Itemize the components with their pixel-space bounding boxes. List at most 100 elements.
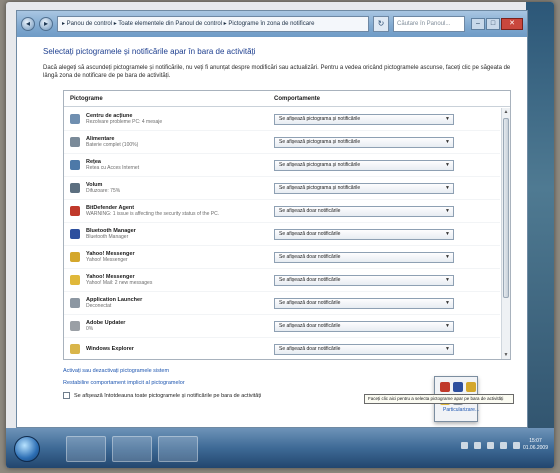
behavior-dropdown[interactable]: Se afișează pictograma și notificările ▼ <box>274 136 454 148</box>
behavior-dropdown[interactable]: Se afișează doar notificările ▼ <box>274 297 454 309</box>
bluetooth-tray-icon[interactable] <box>453 382 463 392</box>
maximize-button[interactable]: □ <box>486 18 500 30</box>
power-icon[interactable] <box>487 442 494 449</box>
page-title: Selectați pictogramele și notificările a… <box>43 47 256 56</box>
system-tray <box>461 442 520 449</box>
control-panel-window: ◂ ▸ ▸ Panou de control ▸ Toate elementel… <box>16 10 528 428</box>
list-item: Centru de acțiune Rezolvare probleme PC: … <box>64 108 500 131</box>
behavior-value: Se afișează doar notificările <box>279 276 341 283</box>
volume-icon[interactable] <box>513 442 520 449</box>
power-icon <box>70 137 80 147</box>
search-input[interactable]: Căutare în Panoul... <box>393 16 465 32</box>
app-status: Deconectat <box>86 303 112 309</box>
main-content: Selectați pictogramele și notificările a… <box>17 37 527 399</box>
vertical-scrollbar[interactable]: ▲ ▼ <box>501 108 510 359</box>
scroll-thumb[interactable] <box>503 118 509 298</box>
close-button[interactable]: ✕ <box>501 18 523 30</box>
customize-link[interactable]: Particularizare... <box>443 407 479 413</box>
row-text: Yahoo! Messenger Yahoo! Mail: 2 new messa… <box>86 274 152 286</box>
row-app-info: Rețea Retea cu Acces Internet <box>64 159 274 171</box>
scroll-down-icon[interactable]: ▼ <box>502 351 510 359</box>
row-text: Centru de acțiune Rezolvare probleme PC: … <box>86 113 162 125</box>
window-controls: – □ ✕ <box>471 18 523 30</box>
behavior-dropdown[interactable]: Se afișează doar notificările ▼ <box>274 320 454 332</box>
app-status: Retea cu Acces Internet <box>86 165 140 171</box>
forward-button[interactable]: ▸ <box>39 17 53 31</box>
behavior-dropdown[interactable]: Se afișează doar notificările ▼ <box>274 274 454 286</box>
app-status: Difuzoare: 75% <box>86 188 121 194</box>
app-name: Windows Explorer <box>86 346 134 352</box>
always-show-checkbox[interactable] <box>63 392 70 399</box>
address-bar[interactable]: ▸ Panou de control ▸ Toate elementele di… <box>57 16 369 32</box>
list-item: Alimentare Baterie complet (100%) Se afișe… <box>64 131 500 154</box>
list-item: Windows Explorer Se afișează doar notific… <box>64 338 500 359</box>
row-app-info: Centru de acțiune Rezolvare probleme PC: … <box>64 113 274 125</box>
network-icon[interactable] <box>500 442 507 449</box>
row-text: Volum Difuzoare: 75% <box>86 182 120 194</box>
row-app-info: Yahoo! Messenger Yahoo! Messenger <box>64 251 274 263</box>
taskbar: 15:07 01.06.2009 <box>6 428 554 468</box>
notification-icons-list: Pictograme Comportamente Centru de acțiu… <box>63 90 511 360</box>
chevron-down-icon: ▼ <box>445 184 450 191</box>
behavior-dropdown[interactable]: Se afișează doar notificările ▼ <box>274 251 454 263</box>
system-icons-link[interactable]: Activați sau dezactivați pictogramele si… <box>63 368 513 374</box>
column-header-behaviors: Comportamente <box>274 95 321 102</box>
row-text: Application Launcher Deconectat <box>86 297 142 309</box>
row-app-info: Windows Explorer <box>64 344 274 354</box>
back-button[interactable]: ◂ <box>21 17 35 31</box>
row-app-info: Volum Difuzoare: 75% <box>64 182 274 194</box>
app-status: Rezolvare probleme PC: 4 mesaje <box>86 119 163 125</box>
taskbar-button[interactable] <box>66 436 106 462</box>
taskbar-button[interactable] <box>158 436 198 462</box>
behavior-dropdown[interactable]: Se afișează pictograma și notificările ▼ <box>274 113 454 125</box>
list-item: Bluetooth Manager Bluetooth Manager Se afi… <box>64 223 500 246</box>
taskbar-button[interactable] <box>112 436 152 462</box>
desktop-background <box>526 2 554 468</box>
bitdefender-tray-icon[interactable] <box>440 382 450 392</box>
app-status: 0% <box>86 326 94 332</box>
yahoo-messenger-tray-icon[interactable] <box>466 382 476 392</box>
behavior-value: Se afișează pictograma și notificările <box>279 138 361 145</box>
row-text: Windows Explorer <box>86 346 134 352</box>
scroll-up-icon[interactable]: ▲ <box>502 108 510 116</box>
tray-arrow-icon[interactable] <box>461 442 468 449</box>
row-text: Bluetooth Manager Bluetooth Manager <box>86 228 136 240</box>
page-description: Dacă alegeți să ascundeți pictogramele ș… <box>43 65 511 79</box>
row-text: Adobe Updater 0% <box>86 320 125 332</box>
chevron-down-icon: ▼ <box>445 253 450 260</box>
app-status: Yahoo! Mail: 2 new messages <box>86 280 153 286</box>
behavior-value: Se afișează pictograma și notificările <box>279 184 361 191</box>
behavior-value: Se afișează doar notificările <box>279 253 341 260</box>
folder-icon <box>70 344 80 354</box>
behavior-dropdown[interactable]: Se afișează pictograma și notificările ▼ <box>274 159 454 171</box>
clock-date: 01.06.2009 <box>522 445 548 451</box>
list-rows: Centru de acțiune Rezolvare probleme PC: … <box>64 108 500 359</box>
app-status: WARNING: 1 issue is affecting the securi… <box>86 211 220 217</box>
behavior-dropdown[interactable]: Se afișează doar notificările ▼ <box>274 205 454 217</box>
row-app-info: Alimentare Baterie complet (100%) <box>64 136 274 148</box>
chevron-down-icon: ▼ <box>445 299 450 306</box>
yahoo-messenger-icon <box>70 252 80 262</box>
minimize-button[interactable]: – <box>471 18 485 30</box>
refresh-button[interactable]: ↻ <box>373 16 389 32</box>
screenshot-frame: ◂ ▸ ▸ Panou de control ▸ Toate elementel… <box>6 2 554 468</box>
app-status: Yahoo! Messenger <box>86 257 128 263</box>
volume-icon <box>70 183 80 193</box>
tray-tooltip: Faceți clic aici pentru a selecta pictog… <box>364 394 514 404</box>
flag-icon <box>70 114 80 124</box>
list-item: Volum Difuzoare: 75% Se afișează pictogram… <box>64 177 500 200</box>
row-text: BitDefender Agent WARNING: 1 issue is aff… <box>86 205 219 217</box>
taskbar-clock[interactable]: 15:07 01.06.2009 <box>523 438 548 452</box>
list-item: BitDefender Agent WARNING: 1 issue is aff… <box>64 200 500 223</box>
row-text: Yahoo! Messenger Yahoo! Messenger <box>86 251 135 263</box>
flag-icon[interactable] <box>474 442 481 449</box>
behavior-dropdown[interactable]: Se afișează doar notificările ▼ <box>274 228 454 240</box>
row-app-info: BitDefender Agent WARNING: 1 issue is aff… <box>64 205 274 217</box>
chevron-down-icon: ▼ <box>445 207 450 214</box>
behavior-dropdown[interactable]: Se afișează pictograma și notificările ▼ <box>274 182 454 194</box>
start-button[interactable] <box>14 436 40 462</box>
app-status: Baterie complet (100%) <box>86 142 139 148</box>
behavior-dropdown[interactable]: Se afișează doar notificările ▼ <box>274 343 454 355</box>
chevron-down-icon: ▼ <box>445 161 450 168</box>
row-app-info: Yahoo! Messenger Yahoo! Mail: 2 new messa… <box>64 274 274 286</box>
